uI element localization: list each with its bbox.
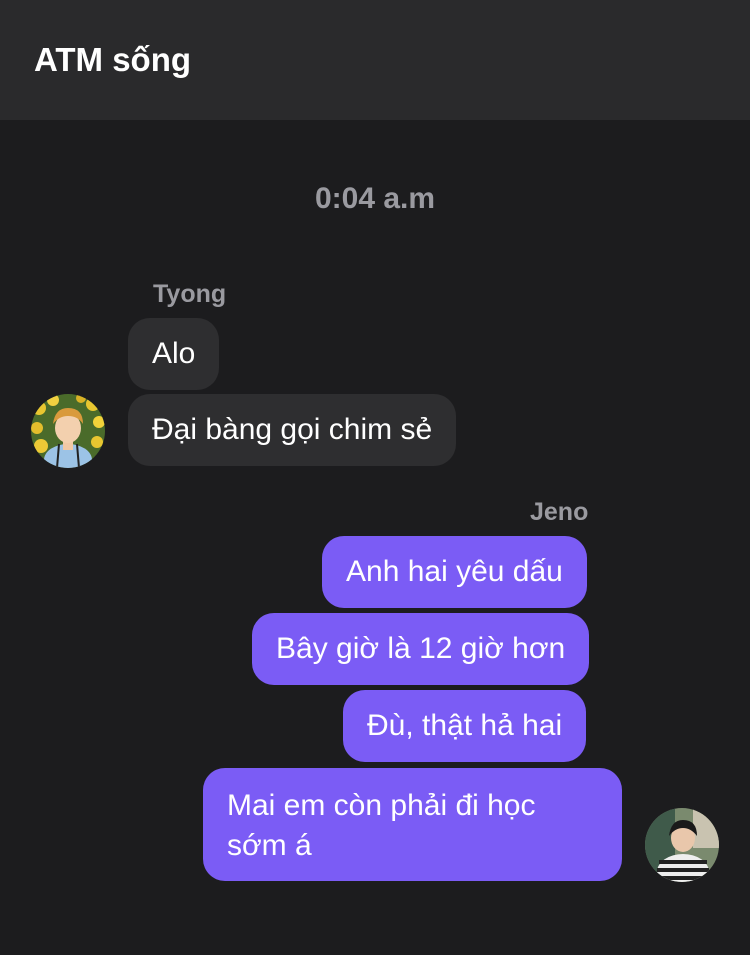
message-bubble-outgoing[interactable]: Mai em còn phải đi học sớm á bbox=[203, 768, 622, 881]
avatar-tyong[interactable] bbox=[31, 394, 105, 468]
message-bubble-incoming[interactable]: Đại bàng gọi chim sẻ bbox=[128, 394, 457, 466]
message-bubble-outgoing[interactable]: Đù, thật hả hai bbox=[343, 690, 587, 762]
sender-name-jeno: Jeno bbox=[530, 498, 589, 526]
message-bubble-outgoing[interactable]: Bây giờ là 12 giờ hơn bbox=[252, 613, 590, 685]
message-timestamp: 0:04 a.m bbox=[314, 182, 436, 215]
avatar-jeno-image bbox=[645, 808, 719, 882]
avatar-jeno[interactable] bbox=[645, 808, 719, 882]
message-bubble-outgoing[interactable]: Anh hai yêu dấu bbox=[322, 536, 587, 608]
chat-title: ATM sống bbox=[34, 41, 192, 78]
message-bubble-incoming[interactable]: Alo bbox=[128, 318, 220, 390]
avatar-tyong-image bbox=[31, 394, 105, 468]
sender-name-tyong: Tyong bbox=[153, 280, 227, 308]
chat-header: ATM sống bbox=[0, 0, 750, 120]
